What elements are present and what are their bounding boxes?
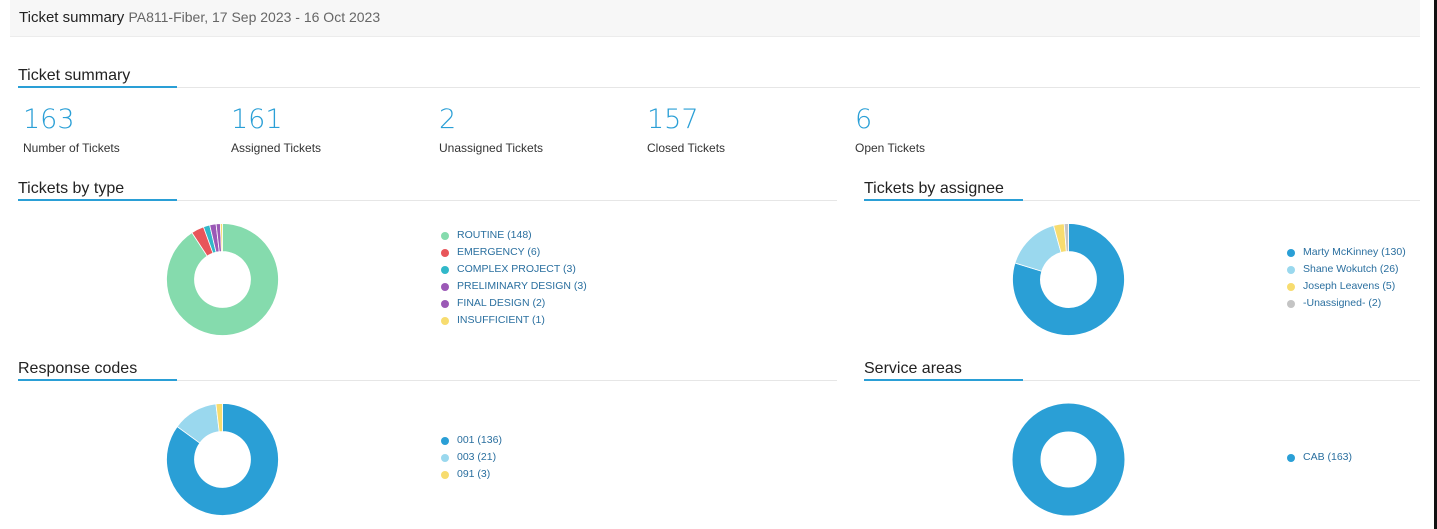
legend-label: -Unassigned- (2) [1303, 297, 1382, 309]
section-title-tickets-by-assignee: Tickets by assignee [864, 180, 1004, 197]
legend-swatch [441, 248, 449, 257]
stat-label: Assigned Tickets [231, 141, 322, 155]
slice-cab [1012, 403, 1125, 516]
legend-label: CAB (163) [1303, 451, 1353, 463]
legend-swatch [441, 436, 449, 445]
stat-label: Number of Tickets [23, 141, 120, 155]
legend-label: Marty McKinney (130) [1303, 246, 1406, 258]
report-title-text: Ticket summary [19, 9, 125, 26]
legend-label: Shane Wokutch (26) [1303, 263, 1399, 275]
legend-item-preliminary-design[interactable]: PRELIMINARY DESIGN (3) [441, 278, 587, 295]
legend-swatch [441, 265, 449, 274]
legend-item-routine[interactable]: ROUTINE (148) [441, 227, 587, 244]
section-title-response-codes: Response codes [18, 360, 138, 377]
legend-swatch [1287, 265, 1295, 274]
legend-item-unassigned[interactable]: -Unassigned- (2) [1287, 295, 1406, 312]
service-areas-donut [1012, 403, 1125, 516]
report-subtitle: PA811-Fiber, 17 Sep 2023 - 16 Oct 2023 [128, 9, 381, 25]
legend-swatch [441, 299, 449, 308]
legend-swatch [441, 316, 449, 325]
section-accent [18, 86, 177, 88]
legend-item-001[interactable]: 001 (136) [441, 432, 502, 449]
section-divider [18, 87, 1420, 88]
legend-label: EMERGENCY (6) [457, 246, 541, 258]
stat-label: Unassigned Tickets [439, 141, 544, 155]
stat-value: 161 [231, 104, 283, 135]
legend-item-003[interactable]: 003 (21) [441, 449, 502, 466]
stat-closed-tickets: 157 Closed Tickets [647, 104, 726, 156]
tickets-by-type-donut [166, 223, 279, 336]
legend-swatch [1287, 248, 1295, 257]
legend-swatch [1287, 453, 1295, 462]
stat-number-of-tickets: 163 Number of Tickets [23, 104, 120, 156]
section-title-service-areas: Service areas [864, 360, 962, 377]
legend-item-joseph-leavens[interactable]: Joseph Leavens (5) [1287, 278, 1406, 295]
stat-value: 6 [855, 104, 873, 135]
legend-item-insufficient[interactable]: INSUFFICIENT (1) [441, 312, 587, 329]
section-accent [864, 379, 1023, 381]
section-title-tickets-by-type: Tickets by type [18, 180, 125, 197]
legend-label: 001 (136) [457, 434, 502, 446]
legend-swatch [441, 470, 449, 479]
slice-shane-wokutch [1014, 225, 1062, 272]
legend-label: 003 (21) [457, 451, 497, 463]
stat-unassigned-tickets: 2 Unassigned Tickets [439, 104, 544, 156]
legend-label: INSUFFICIENT (1) [457, 314, 545, 326]
legend-label: FINAL DESIGN (2) [457, 297, 546, 309]
legend-label: ROUTINE (148) [457, 229, 532, 241]
legend-swatch [441, 282, 449, 291]
legend-label: PRELIMINARY DESIGN (3) [457, 280, 587, 292]
tickets-by-assignee-donut [1012, 223, 1125, 336]
legend-label: Joseph Leavens (5) [1303, 280, 1396, 292]
legend-item-marty-mckinney[interactable]: Marty McKinney (130) [1287, 244, 1406, 261]
legend-item-final-design[interactable]: FINAL DESIGN (2) [441, 295, 587, 312]
tickets-by-type-legend: ROUTINE (148) EMERGENCY (6) COMPLEX PROJEC… [441, 227, 587, 329]
stat-value: 2 [439, 104, 457, 135]
tickets-by-assignee-legend: Marty McKinney (130) Shane Wokutch (26) Jo… [1287, 244, 1406, 312]
stat-open-tickets: 6 Open Tickets [855, 104, 926, 156]
legend-swatch [441, 231, 449, 240]
response-codes-legend: 001 (136) 003 (21) 091 (3) [441, 432, 502, 483]
legend-label: COMPLEX PROJECT (3) [457, 263, 576, 275]
section-accent [18, 379, 177, 381]
section-title-ticket-summary: Ticket summary [18, 67, 131, 84]
section-accent [864, 199, 1023, 201]
legend-item-complex-project[interactable]: COMPLEX PROJECT (3) [441, 261, 587, 278]
section-accent [18, 199, 177, 201]
legend-item-emergency[interactable]: EMERGENCY (6) [441, 244, 587, 261]
stat-assigned-tickets: 161 Assigned Tickets [231, 104, 322, 156]
legend-label: 091 (3) [457, 468, 491, 480]
legend-item-shane-wokutch[interactable]: Shane Wokutch (26) [1287, 261, 1406, 278]
legend-swatch [441, 453, 449, 462]
service-areas-legend: CAB (163) [1287, 449, 1352, 466]
stat-label: Closed Tickets [647, 141, 726, 155]
legend-swatch [1287, 299, 1295, 308]
report-header: Ticket summary PA811-Fiber, 17 Sep 2023 … [10, 0, 1420, 37]
legend-item-091[interactable]: 091 (3) [441, 466, 502, 483]
legend-item-cab[interactable]: CAB (163) [1287, 449, 1352, 466]
response-codes-donut [166, 403, 279, 516]
stat-value: 163 [23, 104, 75, 135]
legend-swatch [1287, 282, 1295, 291]
report-title: Ticket summary PA811-Fiber, 17 Sep 2023 … [19, 9, 380, 26]
stat-label: Open Tickets [855, 141, 926, 155]
stat-value: 157 [647, 104, 699, 135]
